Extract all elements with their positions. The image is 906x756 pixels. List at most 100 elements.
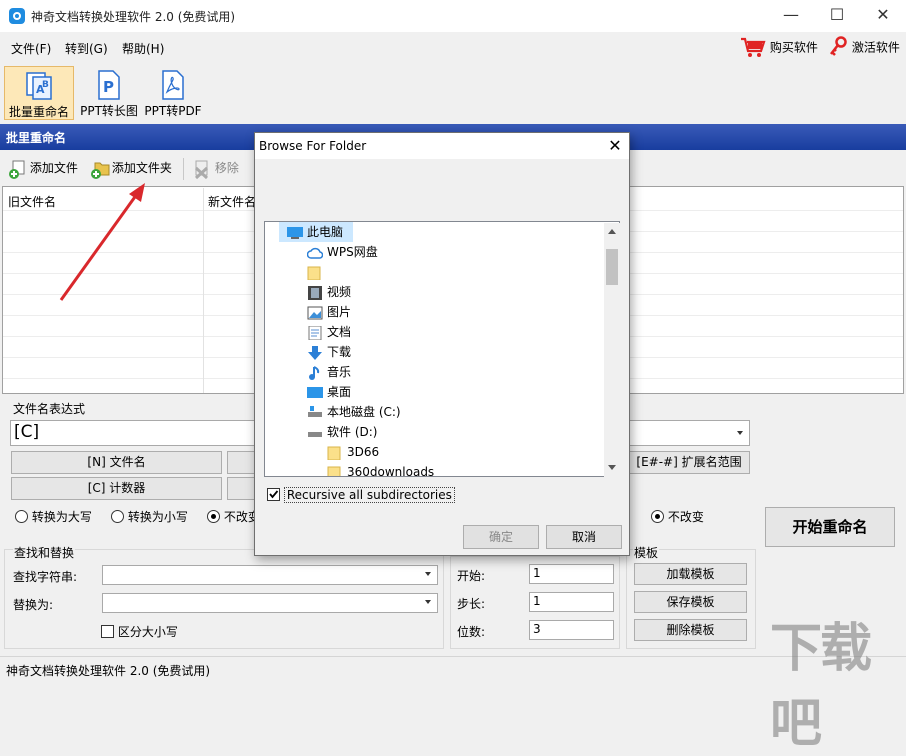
buy-software-button[interactable]: 购买软件	[740, 36, 818, 58]
app-logo-icon	[9, 8, 25, 24]
start-rename-button[interactable]: 开始重命名	[765, 507, 895, 547]
replace-with-input[interactable]	[102, 593, 438, 613]
counter-start-input[interactable]: 1	[529, 564, 614, 584]
add-folder-icon	[90, 160, 110, 179]
tree-item-videos[interactable]: 视频	[307, 282, 351, 302]
tree-item-downloads[interactable]: 下载	[307, 342, 351, 362]
maximize-button[interactable]: ☐	[814, 0, 860, 32]
find-replace-label: 查找和替换	[13, 544, 76, 561]
tool-ppt-long-image-label: PPT转长图	[80, 104, 138, 118]
add-folder-button[interactable]: 添加文件夹	[90, 158, 172, 180]
tree-item-drive-d[interactable]: 软件 (D:)	[307, 422, 377, 442]
column-divider[interactable]	[203, 188, 204, 393]
menu-help[interactable]: 帮助(H)	[122, 40, 164, 57]
tool-ppt-to-pdf[interactable]: PPT转PDF	[138, 66, 208, 120]
counter-step-input[interactable]: 1	[529, 592, 614, 612]
radio-lowercase[interactable]: 转换为小写	[111, 508, 188, 525]
template-group-label: 模板	[633, 544, 660, 561]
cloud-icon	[306, 246, 324, 260]
radio-no-change-dot	[207, 510, 220, 523]
radio-uppercase-label: 转换为大写	[31, 510, 92, 524]
tree-item-label: WPS网盘	[327, 245, 378, 259]
tree-item-documents[interactable]: 文档	[307, 322, 351, 342]
expression-input[interactable]: [C]	[10, 420, 260, 446]
scroll-up-arrow-icon[interactable]	[608, 229, 616, 234]
tree-item-this-pc[interactable]: 此电脑	[287, 222, 343, 242]
tree-item-3d66[interactable]: 3D66	[327, 442, 379, 462]
batch-rename-icon: A B	[23, 71, 55, 101]
music-icon	[307, 365, 323, 380]
tree-item-desktop[interactable]: 桌面	[307, 382, 351, 402]
drive-icon	[307, 405, 323, 420]
key-icon	[830, 36, 847, 56]
add-file-icon	[8, 160, 26, 179]
desktop-icon	[307, 386, 323, 400]
tree-item-label: 音乐	[327, 365, 352, 379]
radio-lowercase-dot	[111, 510, 124, 523]
tree-item-label: 此电脑	[307, 225, 344, 239]
folder-tree[interactable]: 此电脑 WPS网盘 视频 图片 文档 下载 音乐 桌面 本地磁盘 (C:) 软件…	[264, 221, 620, 477]
video-icon	[307, 285, 323, 300]
scrollbar-thumb[interactable]	[606, 249, 618, 285]
dialog-ok-button[interactable]: 确定	[463, 525, 539, 549]
load-template-button[interactable]: 加载模板	[634, 563, 747, 585]
find-string-input[interactable]	[102, 565, 438, 585]
tree-item-pictures[interactable]: 图片	[307, 302, 351, 322]
save-template-button[interactable]: 保存模板	[634, 591, 747, 613]
recursive-checkbox-box	[267, 488, 280, 501]
activate-software-button[interactable]: 激活软件	[828, 36, 900, 58]
insert-counter-button[interactable]: [C] 计数器	[11, 477, 222, 500]
insert-extension-range-button[interactable]: [E#-#] 扩展名范围	[628, 451, 750, 474]
expression-group-label: 文件名表达式	[13, 402, 86, 416]
pdf-file-icon	[157, 70, 189, 100]
radio-ext-no-change-dot	[651, 510, 664, 523]
add-file-label: 添加文件	[29, 161, 78, 175]
tree-item-360downloads[interactable]: 360downloads	[327, 462, 434, 476]
radio-ext-no-change[interactable]: 不改变	[651, 508, 704, 525]
recursive-checkbox[interactable]: Recursive all subdirectories	[267, 486, 455, 503]
tree-item-wps-drive[interactable]: WPS网盘	[306, 242, 378, 262]
tool-ppt-to-pdf-label: PPT转PDF	[144, 104, 202, 118]
find-string-label: 查找字符串:	[13, 570, 78, 584]
delete-template-button[interactable]: 删除模板	[634, 619, 747, 641]
radio-ext-no-change-label: 不改变	[667, 510, 704, 524]
tree-scrollbar[interactable]	[604, 223, 620, 477]
case-sensitive-checkbox[interactable]: 区分大小写	[101, 623, 178, 640]
radio-uppercase-dot	[15, 510, 28, 523]
tool-batch-rename[interactable]: A B 批量重命名	[4, 66, 74, 120]
radio-uppercase[interactable]: 转换为大写	[15, 508, 92, 525]
expression-button-2[interactable]	[227, 451, 257, 474]
tree-item-folder[interactable]	[307, 262, 327, 282]
scroll-down-arrow-icon[interactable]	[608, 465, 616, 470]
toolbar-divider	[183, 158, 184, 180]
counter-digits-input[interactable]: 3	[529, 620, 614, 640]
dialog-title: Browse For Folder	[259, 139, 367, 153]
folder-icon	[327, 446, 343, 460]
ppt-file-icon: P	[93, 70, 125, 100]
radio-no-change[interactable]: 不改变	[207, 508, 260, 525]
folder-icon	[307, 266, 323, 280]
checkmark-icon	[269, 490, 279, 499]
expression-button-4[interactable]	[227, 477, 257, 500]
tool-ppt-long-image[interactable]: P PPT转长图	[74, 66, 144, 120]
dialog-close-button[interactable]: ✕	[601, 133, 629, 159]
add-file-button[interactable]: 添加文件	[8, 158, 78, 180]
insert-filename-button[interactable]: [N] 文件名	[11, 451, 222, 474]
close-button[interactable]: ✕	[860, 0, 906, 32]
case-sensitive-box	[101, 625, 114, 638]
red-arrow-annotation	[59, 183, 145, 301]
menu-file[interactable]: 文件(F)	[11, 40, 51, 57]
dialog-cancel-button[interactable]: 取消	[546, 525, 622, 549]
replace-with-label: 替换为:	[13, 598, 54, 612]
tree-item-label: 文档	[327, 325, 352, 339]
expression-dropdown[interactable]	[628, 420, 750, 446]
remove-label: 移除	[214, 161, 239, 175]
minimize-button[interactable]: —	[768, 0, 814, 32]
menu-goto[interactable]: 转到(G)	[65, 40, 108, 57]
tree-item-music[interactable]: 音乐	[307, 362, 351, 382]
buy-software-label: 购买软件	[769, 40, 818, 55]
tree-item-drive-c[interactable]: 本地磁盘 (C:)	[307, 402, 401, 422]
remove-button[interactable]: 移除	[193, 158, 239, 180]
column-old-filename[interactable]: 旧文件名	[8, 193, 56, 210]
column-new-filename[interactable]: 新文件名	[208, 193, 256, 210]
